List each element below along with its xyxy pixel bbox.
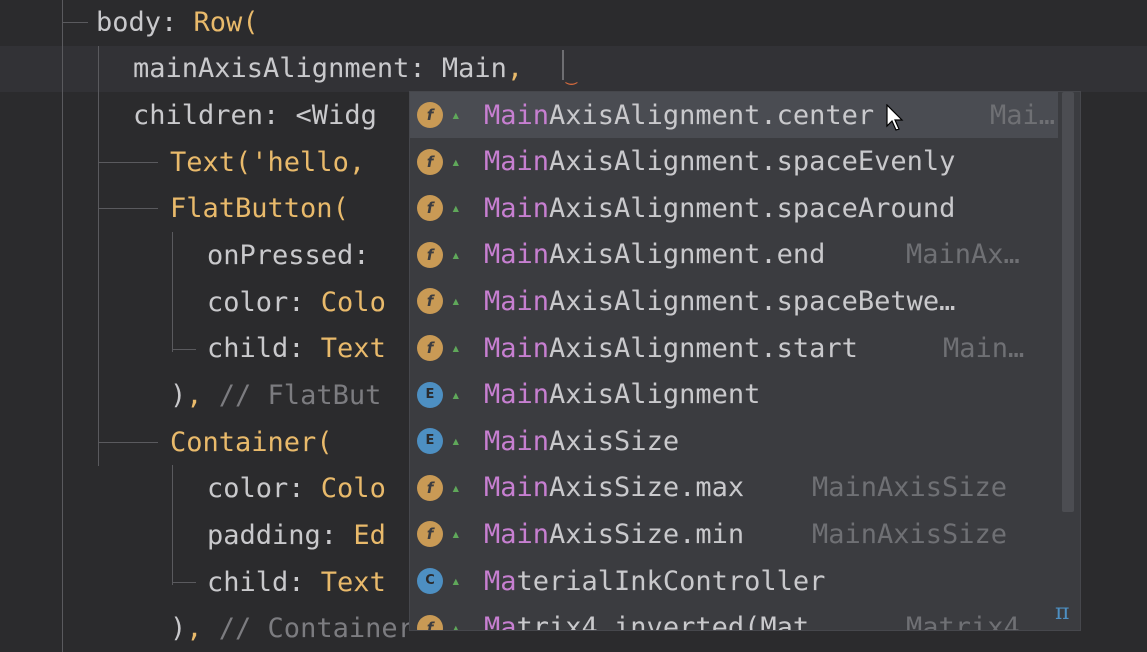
code-line: color: Colo	[207, 287, 386, 318]
visibility-icon: ▴	[451, 384, 461, 404]
code-line: mainAxisAlignment: Main,	[133, 53, 524, 84]
visibility-icon: ▴	[451, 151, 461, 171]
code-line: ), // Container	[170, 613, 414, 644]
indent-guide	[62, 22, 88, 23]
code-line: onPressed:	[207, 240, 386, 271]
enum-icon: E	[417, 428, 443, 455]
completion-item[interactable]: f ▴ MainAxisAlignment.start Main…	[410, 325, 1058, 371]
completion-label: MainAxisAlignment.spaceBetwe…	[484, 285, 956, 317]
completion-item[interactable]: E ▴ MainAxisSize	[410, 418, 1058, 464]
completion-label: MainAxisAlignment.spaceAround	[484, 192, 956, 224]
visibility-icon: ▴	[451, 244, 461, 264]
indent-guide	[172, 232, 173, 352]
completion-item[interactable]: f ▴ MainAxisAlignment.center Mai…	[410, 92, 1058, 138]
pi-icon[interactable]: π	[1055, 600, 1069, 625]
class-icon: C	[417, 568, 443, 594]
visibility-icon: ▴	[451, 617, 461, 630]
error-squiggle: ‿	[566, 65, 577, 86]
text-caret	[562, 50, 564, 80]
completion-item[interactable]: f ▴ MainAxisAlignment.spaceAround	[410, 185, 1058, 231]
indent-guide	[172, 349, 196, 350]
indent-guide	[98, 162, 158, 163]
enum-icon: E	[417, 381, 443, 408]
field-icon: f	[417, 474, 443, 501]
code-line: color: Colo	[207, 473, 386, 504]
completion-label: MainAxisAlignment.end	[484, 239, 826, 271]
completion-label: Matrix4.inverted(Mat…	[484, 612, 826, 630]
field-icon: f	[417, 614, 443, 630]
indent-guide	[98, 46, 99, 466]
completion-label: MainAxisAlignment	[484, 379, 761, 411]
completion-item[interactable]: f ▴ MainAxisAlignment.spaceEvenly	[410, 139, 1058, 185]
visibility-icon: ▴	[451, 431, 461, 451]
visibility-icon: ▴	[451, 105, 461, 124]
indent-guide	[172, 465, 173, 585]
indent-guide	[98, 208, 158, 209]
completion-item[interactable]: C ▴ MaterialInkController	[410, 558, 1058, 604]
completion-item[interactable]: f ▴ MainAxisAlignment.spaceBetwe…	[410, 278, 1058, 324]
indent-guide	[98, 442, 158, 443]
completion-label: MainAxisSize.min	[484, 518, 745, 550]
completion-item[interactable]: E ▴ MainAxisAlignment	[410, 372, 1058, 418]
completion-type: Mai…	[990, 99, 1056, 131]
visibility-icon: ▴	[451, 291, 461, 311]
visibility-icon: ▴	[451, 571, 461, 590]
indent-guide	[172, 582, 196, 583]
field-icon: f	[417, 288, 443, 315]
completion-type: MainAx…	[906, 239, 1020, 271]
code-line: children: <Widg	[133, 100, 377, 131]
code-line: child: Text	[207, 567, 386, 598]
code-line: body: Row(	[96, 7, 259, 38]
code-line: child: Text	[207, 333, 386, 364]
visibility-icon: ▴	[451, 198, 461, 218]
completion-item[interactable]: f ▴ MainAxisAlignment.end MainAx…	[410, 232, 1058, 278]
autocomplete-scrollbar[interactable]	[1062, 92, 1074, 512]
autocomplete-popup[interactable]: f ▴ MainAxisAlignment.center Mai… f ▴ MainAxis…	[410, 92, 1080, 630]
completion-label: MainAxisAlignment.center	[484, 99, 875, 131]
completion-item[interactable]: f ▴ Matrix4.inverted(Mat… Matrix4	[410, 605, 1058, 630]
visibility-icon: ▴	[451, 338, 461, 357]
completion-label: MainAxisSize.max	[484, 472, 745, 504]
field-icon: f	[417, 102, 443, 128]
completion-label: MainAxisAlignment.spaceEvenly	[484, 146, 956, 178]
code-line: ), // FlatBut	[170, 380, 382, 411]
completion-type: MainAxisSize	[812, 518, 1008, 550]
indent-guide	[62, 0, 63, 652]
visibility-icon: ▴	[451, 524, 461, 544]
code-line: FlatButton(	[170, 193, 349, 224]
completion-type: Matrix4	[906, 612, 1020, 630]
field-icon: f	[417, 195, 443, 222]
visibility-icon: ▴	[451, 477, 461, 497]
completion-item[interactable]: f ▴ MainAxisSize.max MainAxisSize	[410, 465, 1058, 511]
completion-label: MaterialInkController	[484, 565, 826, 597]
code-line: padding: Ed	[207, 520, 386, 551]
completion-label: MainAxisSize	[484, 425, 680, 457]
field-icon: f	[417, 148, 443, 175]
mouse-pointer-icon	[886, 104, 904, 131]
field-icon: f	[417, 241, 443, 268]
code-line: Text('hello,	[170, 147, 382, 178]
field-icon: f	[417, 521, 443, 548]
completion-label: MainAxisAlignment.start	[484, 332, 858, 364]
completion-type: Main…	[943, 332, 1025, 364]
completion-item[interactable]: f ▴ MainAxisSize.min MainAxisSize	[410, 511, 1058, 557]
code-line: Container(	[170, 427, 333, 458]
field-icon: f	[417, 335, 443, 361]
completion-type: MainAxisSize	[812, 472, 1008, 504]
